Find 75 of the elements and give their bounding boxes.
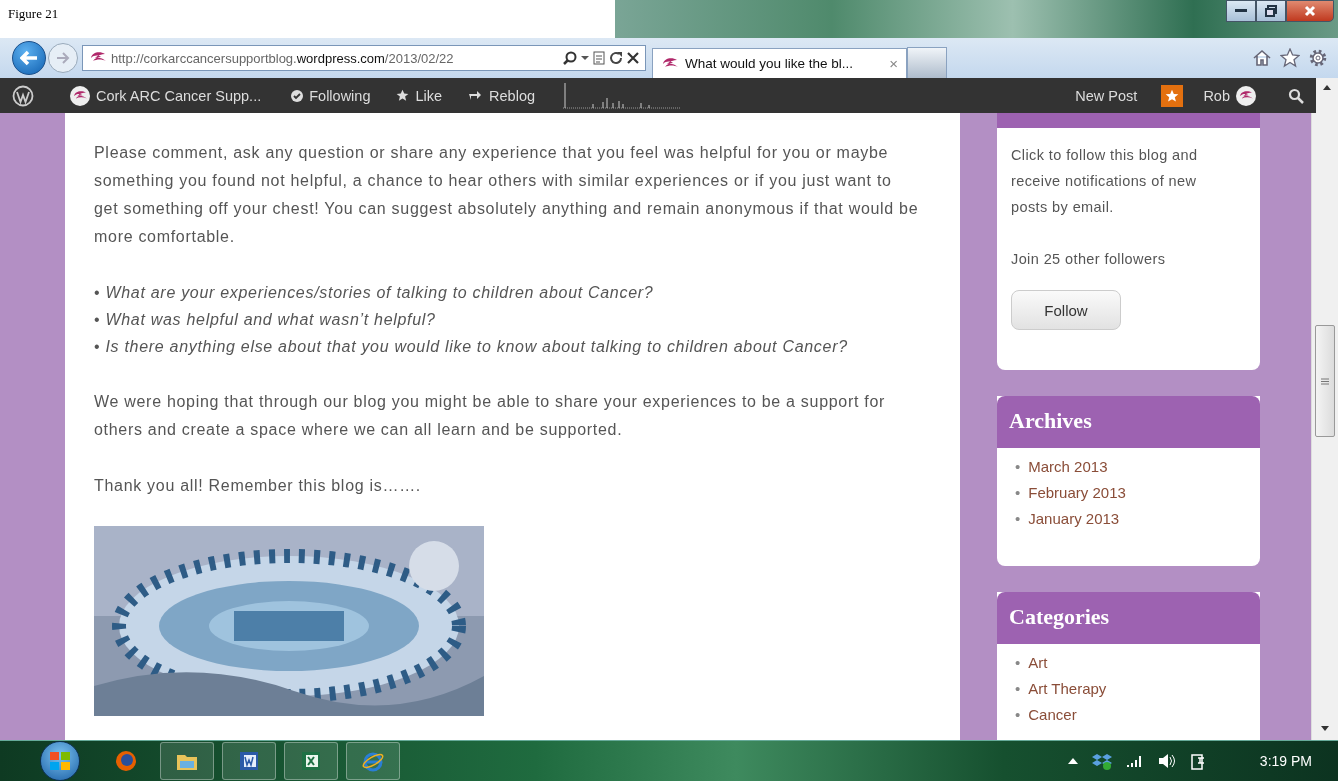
- post-paragraph: Please comment, ask any question or share any experience that you feel was helpful for you or maybe something you found not helpful, a chance to hear others with similar experiences or if you just want to get something off your chest! You can suggest absolutely anything and remain anonymous if that would be more comfortable.: [94, 143, 920, 247]
- browser-tab[interactable]: What would you like the bl... ×: [652, 48, 907, 78]
- widget-title: Categories: [1009, 604, 1110, 629]
- signal-strength-icon[interactable]: [1125, 754, 1144, 768]
- scroll-up-icon: [1323, 84, 1331, 92]
- internet-explorer-taskbar-button[interactable]: [346, 742, 400, 780]
- scroll-thumb[interactable]: [1315, 325, 1335, 437]
- bullet: •: [1015, 457, 1021, 477]
- bullet: •: [1015, 509, 1021, 529]
- show-hidden-icons-icon[interactable]: [1067, 758, 1078, 764]
- new-post-link[interactable]: New Post: [1075, 87, 1138, 104]
- bullet: •: [94, 311, 101, 328]
- bullet: •: [1015, 705, 1021, 725]
- wordpress-logo-icon[interactable]: [12, 84, 34, 107]
- checkmark-icon: [291, 89, 304, 102]
- minimize-button[interactable]: [1226, 0, 1256, 22]
- windows-logo-icon: [49, 751, 71, 771]
- scroll-up-button[interactable]: [1316, 78, 1338, 113]
- spreadsheet-icon: [299, 749, 323, 773]
- folder-taskbar-button[interactable]: [160, 742, 214, 780]
- star-icon: [396, 89, 410, 102]
- refresh-icon[interactable]: [609, 51, 623, 65]
- word-document-icon: [237, 749, 261, 773]
- dropbox-icon[interactable]: [1091, 752, 1112, 770]
- post-paragraph: Thank you all! Remember this blog is…….: [94, 476, 422, 496]
- following-button[interactable]: Following: [291, 87, 371, 104]
- search-icon[interactable]: [563, 51, 577, 65]
- clock[interactable]: 3:19 PM: [1259, 753, 1312, 769]
- back-button[interactable]: [12, 41, 46, 75]
- forward-arrow-icon: [56, 52, 70, 64]
- scroll-down-icon[interactable]: [1321, 724, 1329, 732]
- bullet: •: [1015, 679, 1021, 699]
- stop-icon[interactable]: [627, 52, 639, 64]
- question-text: Is there anything else about that you would like to know about talking to children about Cancer?: [105, 338, 848, 355]
- home-icon[interactable]: [1252, 48, 1272, 68]
- question-text: What was helpful and what wasn’t helpful?: [105, 311, 436, 328]
- restore-button[interactable]: [1256, 0, 1286, 22]
- scrollbar[interactable]: [1311, 113, 1338, 740]
- user-avatar-icon: [1236, 85, 1256, 106]
- sidebar-link[interactable]: March 2013: [1028, 454, 1108, 480]
- reblog-button[interactable]: Reblog: [468, 87, 536, 104]
- address-field[interactable]: http://corkarccancersupportblog.wordpress.com/2013/02/22: [82, 45, 646, 71]
- bullet: •: [1015, 653, 1021, 673]
- follow-description: Click to follow this blog and receive notifications of new posts by email.: [1011, 146, 1199, 217]
- user-name-link[interactable]: Rob: [1203, 87, 1230, 104]
- bullet: •: [94, 338, 101, 355]
- restore-icon: [1265, 5, 1277, 17]
- close-icon: [1304, 5, 1316, 17]
- bullet: •: [94, 284, 101, 301]
- sidebar-link[interactable]: February 2013: [1028, 480, 1126, 506]
- volume-icon[interactable]: [1157, 753, 1176, 769]
- back-arrow-icon: [20, 50, 38, 66]
- site-avatar-icon: [70, 85, 90, 106]
- start-button[interactable]: [40, 741, 80, 781]
- sidebar-link[interactable]: Cancer: [1028, 702, 1077, 728]
- like-button[interactable]: Like: [396, 87, 443, 104]
- sidebar-link[interactable]: Art Therapy: [1028, 676, 1107, 702]
- sidebar-link[interactable]: Art: [1028, 650, 1048, 676]
- question-text: What are your experiences/stories of talking to children about Cancer?: [105, 284, 654, 301]
- settings-icon[interactable]: [1308, 48, 1328, 68]
- followers-count: Join 25 other followers: [1011, 250, 1167, 269]
- minimize-icon: [1235, 9, 1247, 13]
- post-paragraph: We were hoping that through our blog you might be able to share your experiences to be a support for others and create a space where we can all learn and be supported.: [94, 392, 887, 440]
- figure-label: Figure 21: [8, 6, 59, 22]
- bullet: •: [1015, 483, 1021, 503]
- spreadsheet-taskbar-button[interactable]: [284, 742, 338, 780]
- search-icon[interactable]: [1288, 87, 1304, 104]
- star-icon[interactable]: [1280, 48, 1300, 68]
- site-name-link[interactable]: Cork ARC Cancer Supp...: [96, 87, 262, 104]
- follow-button[interactable]: Follow: [1011, 290, 1121, 330]
- close-button[interactable]: [1286, 0, 1334, 22]
- dropdown-caret-icon[interactable]: [581, 55, 589, 61]
- word-document-taskbar-button[interactable]: [222, 742, 276, 780]
- widget-title: Archives: [1009, 408, 1092, 433]
- sidebar-link[interactable]: January 2013: [1028, 506, 1120, 532]
